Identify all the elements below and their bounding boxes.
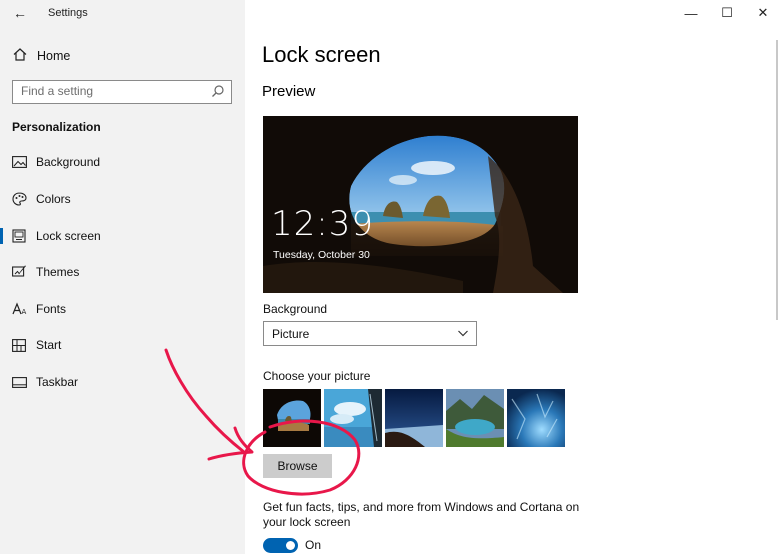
scrollbar[interactable] — [776, 40, 778, 320]
preview-date: Tuesday, October 30 — [273, 249, 370, 261]
palette-icon — [11, 191, 27, 207]
section-title: Personalization — [12, 120, 101, 134]
background-dropdown[interactable]: Picture — [263, 321, 477, 346]
sidebar: ← Settings Home Personalization Backgrou… — [0, 0, 245, 554]
tips-label: Get fun facts, tips, and more from Windo… — [263, 500, 580, 529]
picture-thumbnail-1[interactable] — [263, 389, 321, 447]
search-input[interactable] — [21, 84, 201, 98]
back-arrow-icon: ← — [13, 5, 27, 21]
back-button[interactable]: ← — [8, 4, 32, 24]
sidebar-item-label: Colors — [36, 192, 71, 206]
selection-indicator — [0, 228, 3, 244]
sidebar-item-label: Background — [36, 155, 101, 169]
choose-picture-label: Choose your picture — [263, 369, 371, 383]
sidebar-item-start[interactable]: Start — [0, 334, 245, 356]
browse-button[interactable]: Browse — [263, 454, 332, 478]
brush-icon — [11, 264, 27, 280]
app-title: Settings — [48, 7, 88, 19]
sidebar-item-themes[interactable]: Themes — [0, 261, 245, 283]
home-label: Home — [37, 49, 71, 63]
background-label: Background — [263, 302, 328, 316]
start-icon — [11, 337, 27, 353]
tips-toggle-state: On — [305, 538, 322, 552]
font-icon: A — [11, 301, 27, 317]
sidebar-item-fonts[interactable]: A Fonts — [0, 298, 245, 320]
lock-screen-icon — [11, 228, 27, 244]
minimize-button[interactable]: — — [680, 4, 702, 22]
taskbar-icon — [11, 374, 27, 390]
sidebar-item-label: Lock screen — [36, 229, 101, 243]
svg-text:A: A — [21, 308, 26, 316]
toggle-knob — [286, 541, 295, 550]
picture-thumbnail-4[interactable] — [446, 389, 504, 447]
sidebar-item-colors[interactable]: Colors — [0, 188, 245, 210]
tips-toggle[interactable] — [263, 538, 298, 553]
close-button[interactable]: ✕ — [752, 4, 774, 22]
picture-thumbnail-5[interactable] — [507, 389, 565, 447]
sidebar-item-background[interactable]: Background — [0, 151, 245, 173]
maximize-icon: ☐ — [721, 5, 733, 20]
lock-screen-preview: 12:39 Tuesday, October 30 — [263, 116, 578, 293]
sidebar-item-label: Themes — [36, 265, 80, 279]
preview-heading: Preview — [262, 83, 316, 100]
picture-icon — [11, 154, 27, 170]
sidebar-item-label: Taskbar — [36, 375, 79, 389]
sidebar-item-label: Start — [36, 338, 62, 352]
search-icon[interactable] — [211, 84, 225, 98]
maximize-button[interactable]: ☐ — [716, 4, 738, 22]
chevron-down-icon — [458, 330, 468, 337]
search-box[interactable] — [12, 80, 232, 104]
minimize-icon: — — [684, 5, 698, 21]
home-icon — [12, 48, 28, 64]
preview-time: 12:39 — [271, 204, 374, 244]
background-dropdown-value: Picture — [272, 327, 310, 341]
sidebar-item-label: Fonts — [36, 302, 67, 316]
picture-thumbnail-3[interactable] — [385, 389, 443, 447]
picture-thumbnail-2[interactable] — [324, 389, 382, 447]
page-title: Lock screen — [262, 42, 381, 67]
sidebar-item-lock-screen[interactable]: Lock screen — [0, 225, 245, 247]
close-icon: ✕ — [757, 5, 769, 20]
home-link[interactable]: Home — [12, 46, 70, 66]
sidebar-item-taskbar[interactable]: Taskbar — [0, 371, 245, 393]
